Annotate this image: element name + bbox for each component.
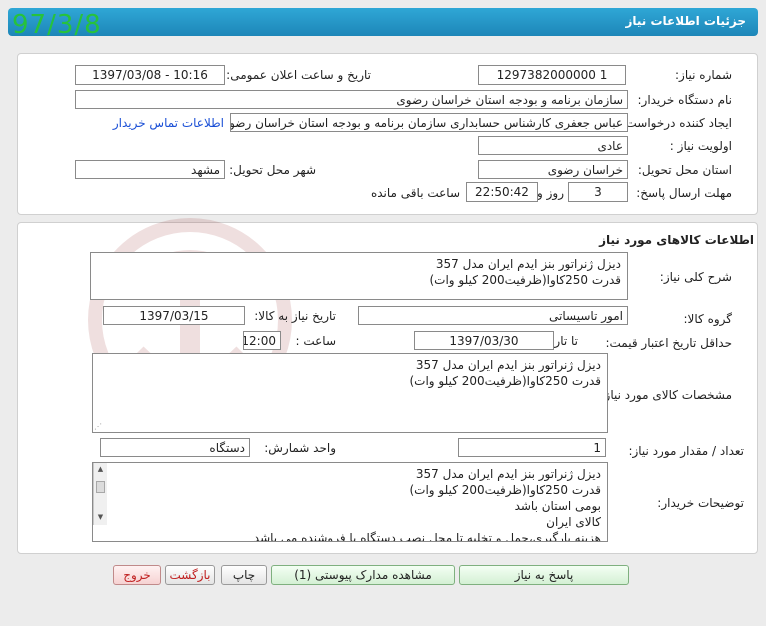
goods-spec-field: دیزل ژنراتور بنز ایدم ایران مدل 357 قدرت… [92, 353, 608, 433]
buyer-org-field: سازمان برنامه و بودجه استان خراسان رضوی [75, 90, 628, 109]
delivery-province-value: خراسان رضوی [547, 163, 623, 177]
until-date-field: 1397/03/30 [414, 331, 554, 350]
buyer-notes-line: کالای ایران [546, 515, 601, 529]
priority-field: عادی [478, 136, 628, 155]
delivery-city-value: مشهد [191, 163, 220, 177]
unit-value: دستگاه [209, 441, 245, 455]
general-desc-field: دیزل ژنراتور بنز ایدم ایران مدل 357 قدرت… [90, 252, 628, 300]
unit-label: واحد شمارش: [264, 441, 336, 455]
delivery-province-field: خراسان رضوی [478, 160, 628, 179]
remaining-time-text: ساعت باقی مانده [370, 186, 460, 200]
buyer-notes-line: هزینه بارگیری،حمل و تخلیه تا محل نصب دست… [253, 531, 601, 542]
view-attachments-button[interactable]: مشاهده مدارک پیوستی (1) [271, 565, 455, 585]
quantity-field: 1 [458, 438, 606, 457]
need-number-value: 1297382000000 1 [496, 68, 608, 82]
buyer-notes-line: بومی استان باشد [514, 499, 601, 513]
priority-value: عادی [597, 139, 623, 153]
back-button[interactable]: بازگشت [165, 565, 215, 585]
quantity-label: تعداد / مقدار مورد نیاز: [628, 444, 744, 458]
goods-spec-line: دیزل ژنراتور بنز ایدم ایران مدل 357 [415, 358, 601, 372]
deadline-days-value: 3 [594, 185, 602, 199]
goods-group-value: امور تاسیساتی [549, 309, 623, 323]
page-title: جزئیات اطلاعات نیاز [625, 14, 746, 28]
page-header: جزئیات اطلاعات نیاز [8, 8, 758, 36]
general-desc-label: شرح کلی نیاز: [659, 270, 732, 284]
goods-group-field: امور تاسیساتی [358, 306, 628, 325]
buyer-notes-field[interactable]: دیزل ژنراتور بنز ایدم ایران مدل 357 قدرت… [92, 462, 608, 542]
need-date-field: 1397/03/15 [103, 306, 245, 325]
need-date-label: تاریخ نیاز به کالا: [254, 309, 336, 323]
general-desc-line: قدرت 250کاوا(ظرفیت200 کیلو وات) [429, 273, 621, 287]
reply-to-need-button[interactable]: پاسخ به نیاز [459, 565, 629, 585]
buyer-notes-line: دیزل ژنراتور بنز ایدم ایران مدل 357 [415, 467, 601, 481]
scroll-thumb[interactable] [96, 481, 105, 493]
need-number-label: شماره نیاز: [675, 68, 732, 82]
spec-resize-handle[interactable]: ⋰ [94, 423, 102, 431]
creator-field: عباس جعفری کارشناس حسابداری سازمان برنام… [230, 113, 628, 132]
deadline-time-value: 22:50:42 [475, 185, 529, 199]
delivery-city-label: شهر محل تحویل: [229, 163, 316, 177]
buyer-notes-scrollbar[interactable]: ▲ ▼ [93, 463, 107, 525]
creator-label: ایجاد کننده درخواست: [621, 116, 732, 130]
goods-group-label: گروه کالا: [683, 312, 733, 326]
scroll-down-icon[interactable]: ▼ [94, 511, 107, 523]
need-date-value: 1397/03/15 [139, 309, 209, 323]
validity-time-value: 12:00 [243, 334, 276, 348]
exit-button[interactable]: خروج [113, 565, 161, 585]
until-date-value: 1397/03/30 [449, 334, 519, 348]
creator-value: عباس جعفری کارشناس حسابداری سازمان برنام… [230, 116, 623, 130]
deadline-days-field: 3 [568, 182, 628, 202]
scroll-up-icon[interactable]: ▲ [94, 463, 107, 475]
reply-deadline-label: مهلت ارسال پاسخ: [636, 186, 732, 200]
priority-label: اولویت نیاز : [669, 139, 732, 153]
general-desc-line: دیزل ژنراتور بنز ایدم ایران مدل 357 [435, 257, 621, 271]
goods-spec-line: قدرت 250کاوا(ظرفیت200 کیلو وات) [409, 374, 601, 388]
validity-time-label: ساعت : [295, 334, 336, 348]
deadline-time-field: 22:50:42 [466, 182, 538, 202]
announce-datetime-field: 1397/03/08 - 10:16 [75, 65, 225, 85]
quantity-value: 1 [593, 441, 601, 455]
buyer-org-label: نام دستگاه خریدار: [637, 93, 733, 107]
unit-field: دستگاه [100, 438, 250, 457]
buyer-contact-link[interactable]: اطلاعات تماس خریدار [113, 116, 224, 130]
need-number-field: 1297382000000 1 [478, 65, 626, 85]
delivery-province-label: استان محل تحویل: [637, 163, 732, 177]
goods-spec-label: مشخصات کالای مورد نیاز: [600, 388, 732, 402]
date-stamp: 97/3/8 [12, 10, 102, 40]
buyer-notes-line: قدرت 250کاوا(ظرفیت200 کیلو وات) [409, 483, 601, 497]
days-word: روز و [537, 186, 564, 200]
validity-time-field: 12:00 [243, 331, 281, 350]
goods-section-title: اطلاعات کالاهای مورد نیاز [599, 233, 754, 247]
min-price-validity-label: حداقل تاریخ اعتبار قیمت: [605, 336, 732, 350]
buyer-org-value: سازمان برنامه و بودجه استان خراسان رضوی [396, 93, 623, 107]
announce-datetime-value: 1397/03/08 - 10:16 [92, 68, 208, 82]
delivery-city-field: مشهد [75, 160, 225, 179]
buyer-notes-label: توضیحات خریدار: [657, 496, 744, 510]
announce-datetime-label: تاریخ و ساعت اعلان عمومی: [226, 68, 371, 82]
print-button[interactable]: چاپ [221, 565, 267, 585]
